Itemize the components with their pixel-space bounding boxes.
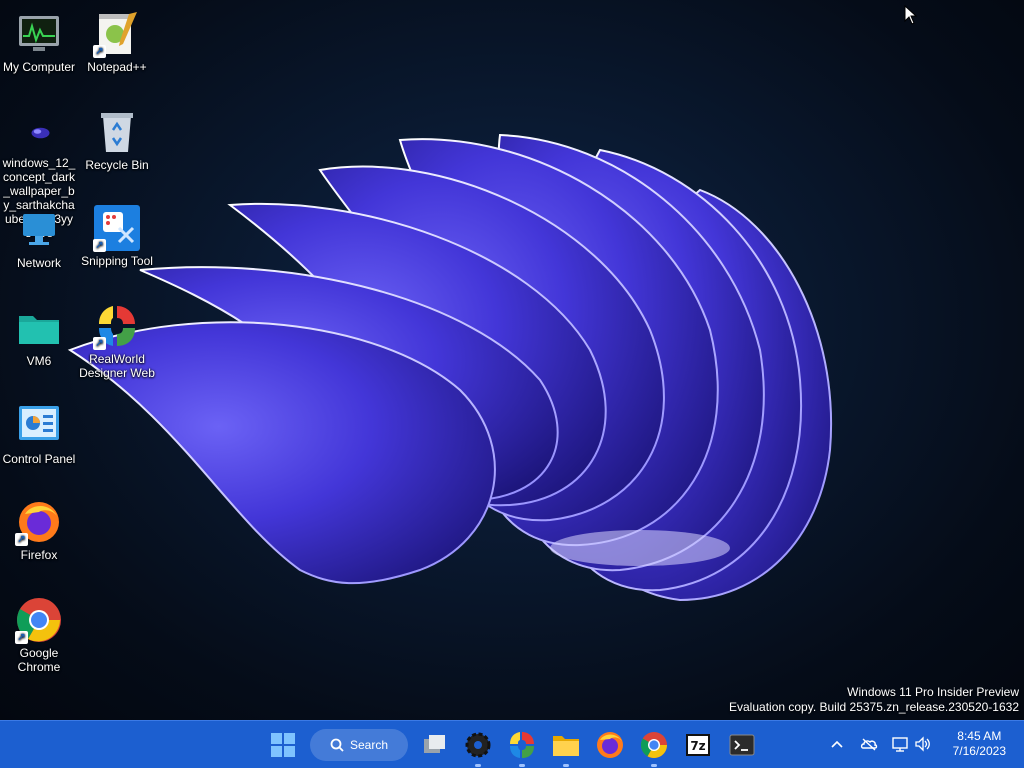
mouse-cursor-icon (904, 5, 918, 25)
chevron-up-icon (831, 740, 843, 748)
network-icon (892, 737, 908, 752)
evaluation-watermark: Windows 11 Pro Insider Preview Evaluatio… (729, 685, 1019, 715)
image-file-icon (31, 127, 50, 139)
running-indicator (519, 764, 525, 767)
shortcut-arrow-icon: ↗ (93, 337, 106, 350)
shortcut-arrow-icon: ↗ (93, 45, 106, 58)
icon-label: Notepad++ (87, 60, 147, 74)
taskbar-search[interactable]: Search (310, 729, 408, 761)
settings-icon (465, 732, 491, 758)
icon-label: Network (16, 256, 61, 270)
tray-network[interactable] (891, 735, 909, 753)
shortcut-arrow-icon: ↗ (15, 631, 28, 644)
chrome-icon (640, 732, 668, 759)
taskbar-7zip[interactable]: 7z (682, 729, 714, 761)
watermark-line-2: Evaluation copy. Build 25375.zn_release.… (729, 700, 1019, 714)
running-indicator (563, 764, 569, 767)
desktop-icon-google-chrome[interactable]: ↗ Google Chrome (0, 596, 78, 674)
terminal-icon (729, 734, 755, 756)
shortcut-arrow-icon: ↗ (93, 239, 106, 252)
tray-onedrive[interactable] (860, 735, 878, 753)
shortcut-arrow-icon: ↗ (15, 533, 28, 546)
icon-label: Firefox (20, 548, 58, 562)
desktop-icon-vm6[interactable]: VM6 (0, 304, 78, 368)
search-label: Search (350, 738, 389, 752)
desktop-icon-control-panel[interactable]: Control Panel (0, 402, 78, 466)
running-indicator (475, 764, 481, 767)
icon-label: RealWorld Designer Web (79, 352, 155, 380)
taskbar-clock[interactable]: 8:45 AM 7/16/2023 (953, 729, 1006, 759)
desktop-icon-network[interactable]: Network (0, 206, 78, 270)
desktop-icon-snipping-tool[interactable]: ↗ Snipping Tool (78, 204, 156, 268)
icon-label: Google Chrome (17, 646, 61, 674)
firefox-icon (597, 732, 623, 758)
taskbar-file-explorer[interactable] (550, 729, 582, 767)
taskbar: Search 7z 8:45 AM 7/16/2023 (0, 720, 1024, 768)
clock-time: 8:45 AM (957, 729, 1002, 743)
icon-label: Recycle Bin (85, 158, 149, 172)
desktop[interactable]: My Computer windows_12_concept_dark_wall… (0, 0, 1024, 720)
svg-text:7z: 7z (690, 739, 705, 753)
recycle-bin-icon (101, 113, 133, 152)
network-monitor-icon (23, 214, 55, 245)
icon-label: VM6 (26, 354, 52, 368)
desktop-icon-notepad-plus-plus[interactable]: ↗ Notepad++ (78, 10, 156, 74)
volume-icon (915, 736, 930, 752)
taskbar-terminal[interactable] (726, 729, 758, 761)
tray-show-hidden[interactable] (828, 735, 846, 753)
task-view-icon (424, 735, 445, 753)
desktop-icon-recycle-bin[interactable]: Recycle Bin (78, 108, 156, 172)
start-icon (271, 733, 295, 757)
desktop-icon-my-computer[interactable]: My Computer (0, 10, 78, 74)
realworld-icon (510, 732, 534, 758)
tray-volume[interactable] (914, 735, 932, 753)
desktop-icon-firefox[interactable]: ↗ Firefox (0, 498, 78, 562)
clock-date: 7/16/2023 (952, 744, 1006, 758)
icon-label: Control Panel (2, 452, 76, 466)
icon-label: My Computer (2, 60, 76, 74)
control-panel-icon (19, 406, 59, 440)
icon-label: Snipping Tool (81, 254, 153, 268)
taskbar-settings[interactable] (462, 729, 494, 767)
taskbar-chrome[interactable] (638, 729, 670, 767)
folder-icon (19, 316, 59, 344)
desktop-icon-realworld-designer[interactable]: ↗ RealWorld Designer Web (78, 302, 156, 380)
watermark-line-1: Windows 11 Pro Insider Preview (847, 685, 1019, 699)
search-icon (330, 738, 344, 752)
start-button[interactable] (267, 729, 299, 761)
7zip-icon: 7z (686, 734, 710, 756)
taskbar-realworld[interactable] (506, 729, 538, 767)
file-explorer-icon (553, 736, 579, 756)
taskbar-firefox[interactable] (594, 729, 626, 761)
monitor-icon (19, 16, 59, 51)
running-indicator (651, 764, 657, 767)
task-view-button[interactable] (418, 729, 450, 761)
onedrive-icon (860, 738, 878, 751)
